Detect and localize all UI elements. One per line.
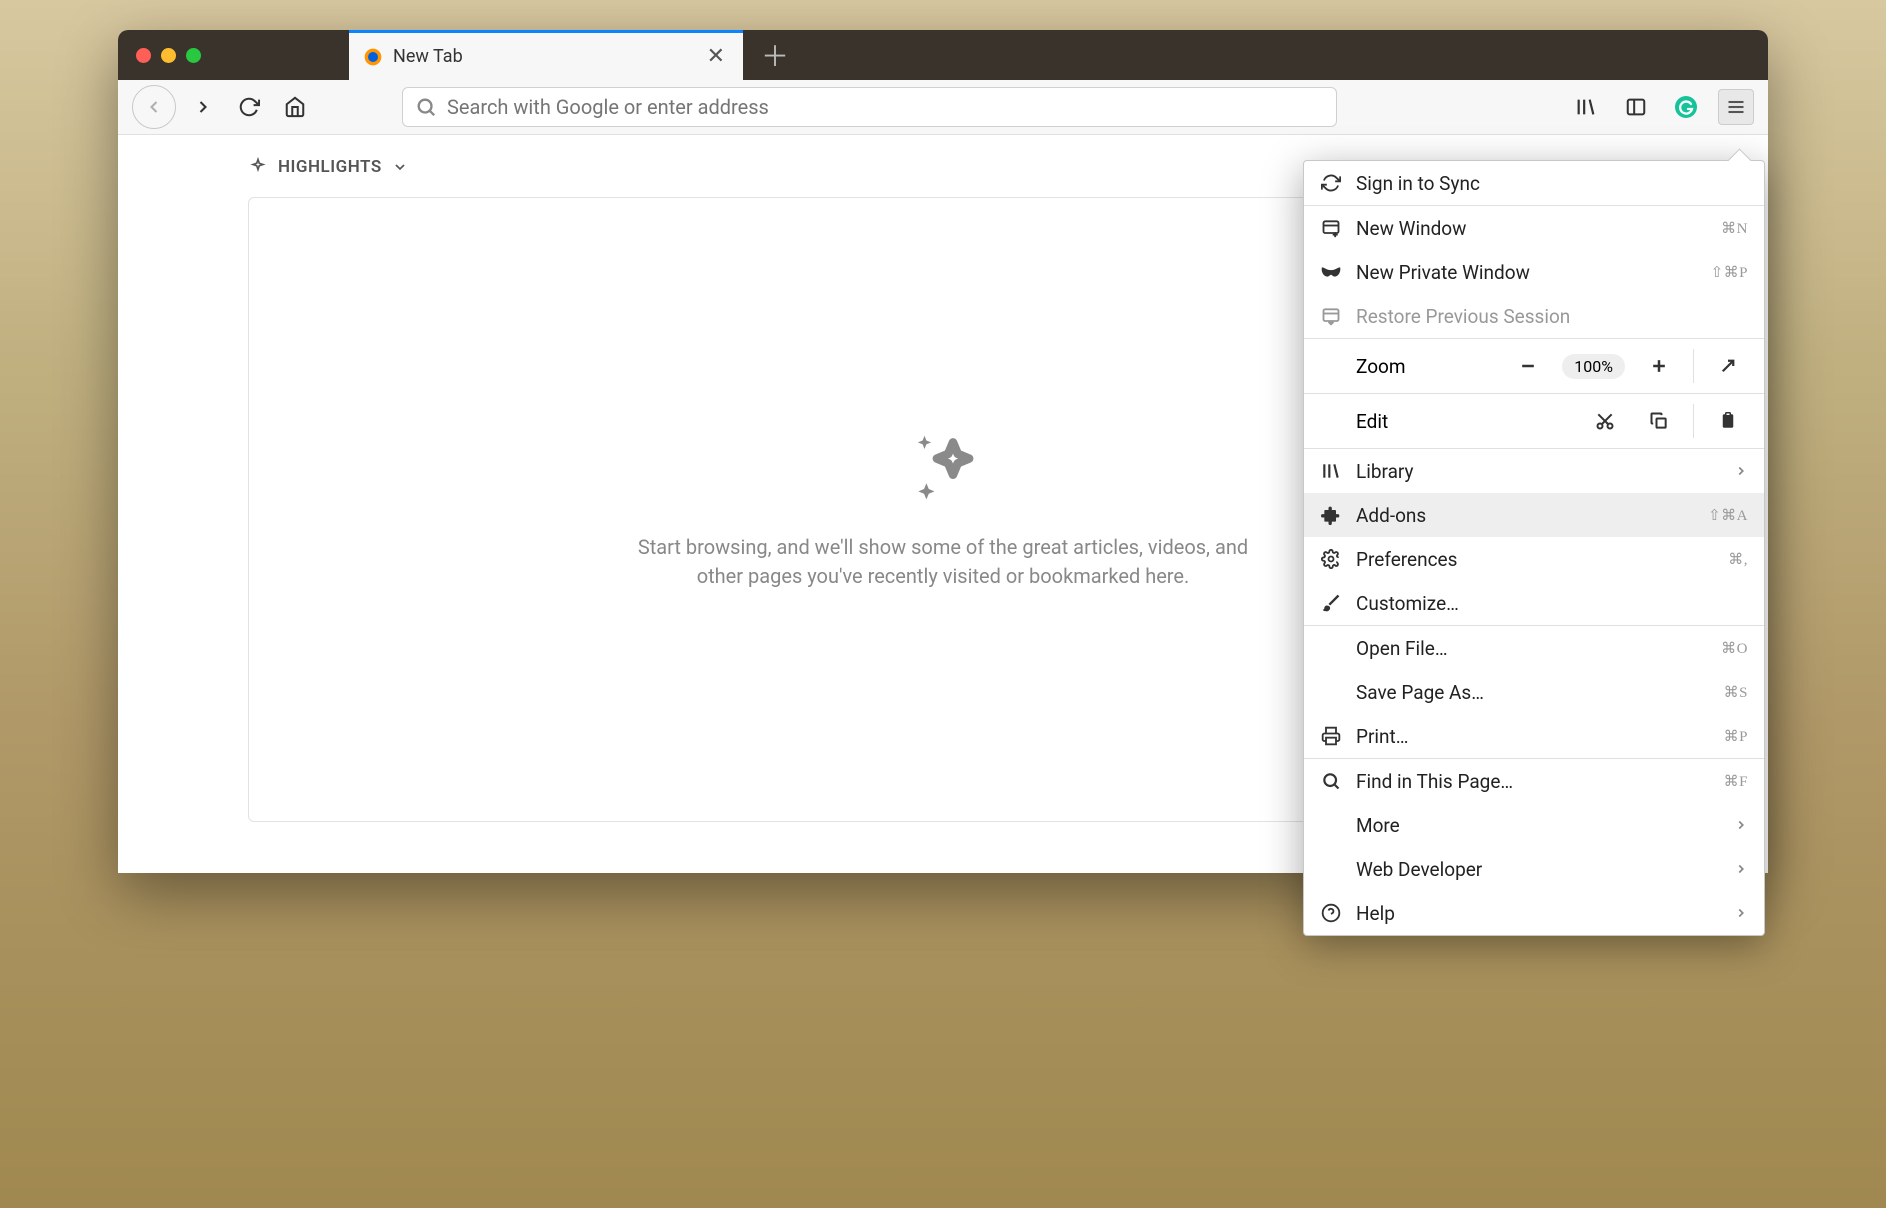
- menu-label: Web Developer: [1356, 858, 1720, 881]
- sidebar-button[interactable]: [1618, 89, 1654, 125]
- menu-label: Find in This Page…: [1356, 770, 1710, 793]
- window-icon: [1320, 218, 1342, 238]
- menu-shortcut: ⌘F: [1724, 772, 1748, 791]
- chevron-right-icon: [1734, 814, 1748, 837]
- menu-web-developer[interactable]: Web Developer: [1304, 847, 1764, 891]
- gear-icon: [1320, 549, 1342, 569]
- search-icon: [1320, 771, 1342, 791]
- navigation-toolbar: [118, 80, 1768, 135]
- restore-icon: [1320, 306, 1342, 326]
- menu-label: Print…: [1356, 725, 1710, 748]
- menu-open-file[interactable]: Open File… ⌘O: [1304, 626, 1764, 670]
- highlights-empty-message: Start browsing, and we'll show some of t…: [623, 533, 1263, 591]
- menu-sign-in-sync[interactable]: Sign in to Sync: [1304, 161, 1764, 205]
- chevron-down-icon: [392, 159, 408, 175]
- menu-shortcut: ⌘O: [1721, 639, 1748, 658]
- menu-print[interactable]: Print… ⌘P: [1304, 714, 1764, 758]
- menu-find[interactable]: Find in This Page… ⌘F: [1304, 759, 1764, 803]
- firefox-favicon-icon: [363, 47, 383, 67]
- menu-label: Restore Previous Session: [1356, 305, 1748, 328]
- paste-button[interactable]: [1708, 401, 1748, 441]
- cut-button[interactable]: [1585, 401, 1625, 441]
- url-bar[interactable]: [402, 87, 1337, 127]
- menu-more[interactable]: More: [1304, 803, 1764, 847]
- menu-label: Preferences: [1356, 548, 1714, 571]
- reload-button[interactable]: [230, 88, 268, 126]
- chevron-right-icon: [1734, 858, 1748, 881]
- menu-label: New Window: [1356, 217, 1707, 240]
- menu-zoom-row: Zoom 100%: [1304, 339, 1764, 393]
- menu-shortcut: ⌘P: [1724, 727, 1748, 746]
- tab-bar: New Tab ✕ ＋: [118, 30, 1768, 80]
- forward-button[interactable]: [184, 88, 222, 126]
- menu-label: Add-ons: [1356, 504, 1694, 527]
- menu-restore-session: Restore Previous Session: [1304, 294, 1764, 338]
- menu-label: Customize…: [1356, 592, 1748, 615]
- menu-shortcut: ⌘,: [1728, 550, 1748, 569]
- chevron-right-icon: [1734, 902, 1748, 925]
- menu-label: Library: [1356, 460, 1720, 483]
- minimize-window-button[interactable]: [161, 48, 176, 63]
- menu-label: Save Page As…: [1356, 681, 1710, 704]
- menu-shortcut: ⌘S: [1724, 683, 1748, 702]
- main-menu-panel: Sign in to Sync New Window ⌘N New Privat…: [1303, 160, 1765, 936]
- grammarly-extension-button[interactable]: [1668, 89, 1704, 125]
- fullscreen-button[interactable]: [1708, 346, 1748, 386]
- browser-tab[interactable]: New Tab ✕: [349, 30, 743, 80]
- menu-help[interactable]: Help: [1304, 891, 1764, 935]
- puzzle-icon: [1320, 505, 1342, 525]
- zoom-out-button[interactable]: [1508, 346, 1548, 386]
- menu-label: Help: [1356, 902, 1720, 925]
- search-icon: [415, 96, 437, 118]
- menu-addons[interactable]: Add-ons ⇧⌘A: [1304, 493, 1764, 537]
- hamburger-menu-button[interactable]: [1718, 89, 1754, 125]
- maximize-window-button[interactable]: [186, 48, 201, 63]
- menu-label: Open File…: [1356, 637, 1707, 660]
- browser-window: New Tab ✕ ＋: [118, 30, 1768, 873]
- menu-new-private-window[interactable]: New Private Window ⇧⌘P: [1304, 250, 1764, 294]
- library-button[interactable]: [1568, 89, 1604, 125]
- menu-customize[interactable]: Customize…: [1304, 581, 1764, 625]
- edit-label: Edit: [1356, 410, 1571, 433]
- menu-label: New Private Window: [1356, 261, 1697, 284]
- menu-shortcut: ⇧⌘A: [1708, 506, 1748, 525]
- menu-shortcut: ⌘N: [1721, 219, 1748, 238]
- menu-label: More: [1356, 814, 1720, 837]
- menu-library[interactable]: Library: [1304, 449, 1764, 493]
- sparkle-large-icon: [896, 429, 991, 513]
- paintbrush-icon: [1320, 593, 1342, 613]
- help-icon: [1320, 903, 1342, 923]
- new-tab-button[interactable]: ＋: [743, 35, 807, 75]
- window-controls: [118, 48, 219, 63]
- close-window-button[interactable]: [136, 48, 151, 63]
- menu-save-page[interactable]: Save Page As… ⌘S: [1304, 670, 1764, 714]
- menu-shortcut: ⇧⌘P: [1711, 263, 1748, 282]
- printer-icon: [1320, 726, 1342, 746]
- sparkle-small-icon: [248, 157, 268, 177]
- url-input[interactable]: [447, 95, 1324, 119]
- highlights-label: HIGHLIGHTS: [278, 157, 382, 177]
- menu-edit-row: Edit: [1304, 394, 1764, 448]
- chevron-right-icon: [1734, 460, 1748, 483]
- tab-title: New Tab: [393, 46, 703, 67]
- back-button[interactable]: [132, 85, 176, 129]
- home-button[interactable]: [276, 88, 314, 126]
- zoom-in-button[interactable]: [1639, 346, 1679, 386]
- sync-icon: [1320, 173, 1342, 193]
- menu-new-window[interactable]: New Window ⌘N: [1304, 206, 1764, 250]
- mask-icon: [1320, 265, 1342, 279]
- zoom-label: Zoom: [1356, 355, 1494, 378]
- close-tab-button[interactable]: ✕: [703, 44, 729, 69]
- copy-button[interactable]: [1639, 401, 1679, 441]
- menu-label: Sign in to Sync: [1356, 172, 1748, 195]
- menu-preferences[interactable]: Preferences ⌘,: [1304, 537, 1764, 581]
- library-icon: [1320, 461, 1342, 481]
- zoom-value[interactable]: 100%: [1562, 354, 1625, 379]
